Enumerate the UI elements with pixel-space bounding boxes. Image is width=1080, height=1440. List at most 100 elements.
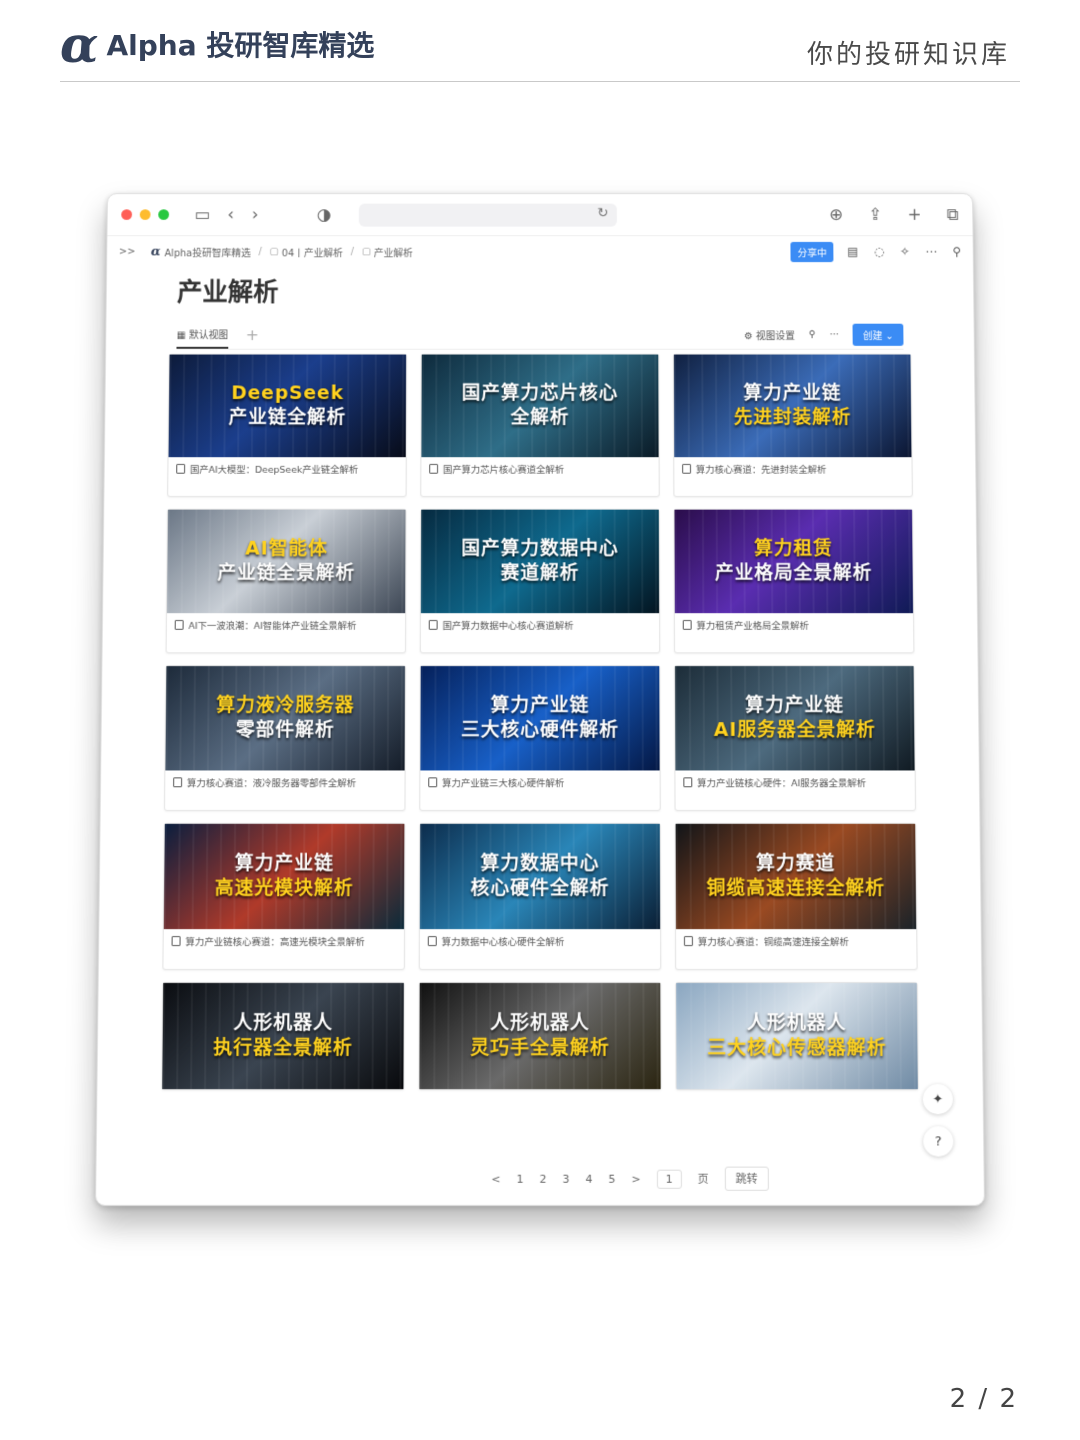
download-icon[interactable]: ⊕ (829, 205, 843, 224)
card-caption: 算力产业链核心赛道：高速光模块全景解析 (163, 929, 404, 969)
card-cover-title: 算力产业链 (745, 694, 844, 719)
gallery-card[interactable]: AI智能体 产业链全景解析 AI下一波浪潮：AI智能体产业链全景解析 (166, 509, 407, 654)
gallery-card[interactable]: 算力产业链 先进封装解析 算力核心赛道：先进封装全解析 (673, 354, 913, 497)
create-button-label: 创建 (863, 331, 883, 342)
card-cover-title: 铜缆高速连接全解析 (707, 876, 886, 901)
card-cover-title: 算力液冷服务器 (216, 694, 354, 719)
share-button[interactable]: 分享中 (791, 241, 834, 261)
gallery-card[interactable]: 算力液冷服务器 零部件解析 算力核心赛道：液冷服务器零部件全解析 (164, 665, 406, 811)
add-view-icon[interactable]: + (246, 326, 259, 344)
card-cover-image: 人形机器人 执行器全景解析 (162, 983, 404, 1089)
share-icon[interactable]: ⇪ (868, 205, 882, 224)
gallery-card[interactable]: 人形机器人 执行器全景解析 (161, 982, 405, 1090)
card-cover-title: 三大核心硬件解析 (461, 718, 619, 743)
breadcrumb-item-current[interactable]: 产业解析 (374, 244, 413, 258)
card-cover-image: AI智能体 产业链全景解析 (167, 510, 406, 613)
page-link-3[interactable]: 3 (562, 1172, 569, 1185)
create-button[interactable]: 创建 ⌄ (853, 324, 904, 346)
gallery-card[interactable]: 国产算力芯片核心 全解析 国产算力芯片核心赛道全解析 (420, 354, 659, 497)
gallery-card[interactable]: 国产算力数据中心 赛道解析 国产算力数据中心核心赛道解析 (420, 509, 660, 654)
breadcrumb-item-root[interactable]: Alpha投研智库精选 (164, 244, 250, 258)
reload-icon[interactable]: ↻ (597, 205, 608, 220)
card-cover-title: 零部件解析 (236, 718, 335, 743)
help-button[interactable]: ? (923, 1126, 953, 1156)
card-caption: 算力核心赛道：液冷服务器零部件全解析 (165, 770, 405, 810)
browser-window: ▭ ‹ › ◑ ↻ ⊕ ⇪ + ⧉ >> α Alpha投研智库精选 / ▢ 0… (95, 193, 985, 1206)
card-caption: 算力产业链核心硬件：AI服务器全景解析 (675, 770, 915, 810)
card-caption-text: AI下一波浪潮：AI智能体产业链全景解析 (188, 621, 356, 632)
document-icon (173, 777, 182, 787)
next-page-icon[interactable]: > (631, 1172, 640, 1185)
card-cover-title: 灵巧手全景解析 (470, 1036, 609, 1061)
card-cover-image: 算力产业链 AI服务器全景解析 (675, 666, 915, 770)
page-link-2[interactable]: 2 (540, 1172, 547, 1185)
shield-icon[interactable]: ◑ (317, 205, 332, 224)
gallery-card[interactable]: DeepSeek 产业链全解析 国产AI大模型：DeepSeek产业链全解析 (167, 354, 407, 497)
card-cover-title: 产业链全解析 (229, 406, 347, 430)
card-cover-title: 人形机器人 (747, 1011, 847, 1036)
page-link-5[interactable]: 5 (608, 1172, 615, 1185)
more-icon[interactable]: ⋯ (925, 245, 937, 258)
magic-icon[interactable]: ✧ (900, 245, 910, 258)
new-tab-icon[interactable]: + (908, 205, 922, 224)
forward-icon[interactable]: › (252, 205, 259, 224)
gallery-card[interactable]: 人形机器人 灵巧手全景解析 (418, 982, 661, 1090)
document-icon (172, 936, 181, 946)
card-caption-text: 算力租赁产业格局全景解析 (697, 621, 809, 632)
expand-sidebar-icon[interactable]: >> (119, 246, 135, 257)
card-cover-image: 算力数据中心 核心硬件全解析 (420, 824, 660, 929)
gallery-card[interactable]: 算力赛道 铜缆高速连接全解析 算力核心赛道：铜缆高速连接全解析 (675, 823, 918, 970)
card-caption-text: 算力数据中心核心硬件全解析 (442, 937, 565, 948)
card-cover-title: 人形机器人 (490, 1011, 590, 1036)
sidebar-icon[interactable]: ▭ (194, 205, 210, 224)
card-caption: 算力产业链三大核心硬件解析 (420, 770, 659, 810)
page-number: 2 / 2 (950, 1384, 1018, 1414)
jump-button[interactable]: 跳转 (725, 1167, 769, 1191)
minimize-window-dot[interactable] (140, 209, 151, 220)
card-caption: 国产算力芯片核心赛道全解析 (421, 457, 658, 496)
gallery-card[interactable]: 算力租赁 产业格局全景解析 算力租赁产业格局全景解析 (673, 509, 914, 654)
prev-page-icon[interactable]: < (491, 1172, 500, 1185)
card-caption: 算力数据中心核心硬件全解析 (420, 929, 660, 969)
grid-icon: ▦ (177, 330, 189, 341)
card-cover-title: AI智能体 (245, 537, 327, 561)
gallery-card[interactable]: 算力产业链 三大核心硬件解析 算力产业链三大核心硬件解析 (419, 665, 660, 811)
tab-default-view[interactable]: ▦ 默认视图 (176, 327, 228, 349)
card-cover-image: 算力液冷服务器 零部件解析 (165, 666, 405, 770)
page-title: 产业解析 (177, 273, 974, 311)
gallery-card[interactable]: 算力产业链 高速光模块解析 算力产业链核心赛道：高速光模块全景解析 (162, 823, 405, 970)
ai-assist-button[interactable]: ✦ (923, 1084, 953, 1114)
alpha-crumb-icon: α (151, 244, 161, 258)
card-cover-title: 算力产业链 (491, 694, 590, 719)
card-caption-text: 算力产业链三大核心硬件解析 (442, 778, 564, 789)
gallery-card[interactable]: 算力数据中心 核心硬件全解析 算力数据中心核心硬件全解析 (419, 823, 661, 970)
more-icon[interactable]: ⋯ (830, 329, 840, 340)
view-settings-button[interactable]: ⚙ 视图设置 (744, 328, 795, 342)
breadcrumb-item-section[interactable]: 04丨产业解析 (282, 244, 343, 258)
close-window-dot[interactable] (121, 209, 132, 220)
card-caption: AI下一波浪潮：AI智能体产业链全景解析 (167, 613, 406, 652)
page-link-1[interactable]: 1 (517, 1172, 524, 1185)
gallery-card[interactable]: 算力产业链 AI服务器全景解析 算力产业链核心硬件：AI服务器全景解析 (674, 665, 916, 811)
card-cover-title: 算力数据中心 (481, 852, 600, 877)
page-number-input[interactable]: 1 (657, 1169, 682, 1188)
search-icon[interactable]: ⚲ (809, 329, 816, 340)
address-bar[interactable]: ↻ (358, 203, 616, 226)
card-cover-image: 人形机器人 灵巧手全景解析 (419, 983, 660, 1089)
page-link-4[interactable]: 4 (585, 1172, 592, 1185)
sync-icon[interactable]: ◌ (874, 245, 884, 258)
card-cover-image: 人形机器人 三大核心传感器解析 (676, 983, 918, 1089)
tabs-icon[interactable]: ⧉ (947, 205, 959, 224)
view-settings-label: 视图设置 (756, 331, 795, 342)
comment-icon[interactable]: ▤ (847, 245, 858, 258)
back-icon[interactable]: ‹ (227, 205, 234, 224)
document-icon (682, 464, 691, 474)
zoom-window-dot[interactable] (158, 209, 169, 220)
browser-toolbar: ▭ ‹ › ◑ ↻ ⊕ ⇪ + ⧉ (107, 194, 972, 236)
card-cover-title: 先进封装解析 (734, 406, 852, 430)
view-bar: ▦ 默认视图 + ⚙ 视图设置 ⚲ ⋯ 创建 ⌄ (176, 321, 903, 350)
search-icon[interactable]: ⚲ (952, 245, 961, 258)
gallery-card[interactable]: 人形机器人 三大核心传感器解析 (675, 982, 919, 1090)
sparkle-icon: ✦ (932, 1092, 943, 1107)
card-cover-image: 算力产业链 先进封装解析 (674, 355, 912, 458)
